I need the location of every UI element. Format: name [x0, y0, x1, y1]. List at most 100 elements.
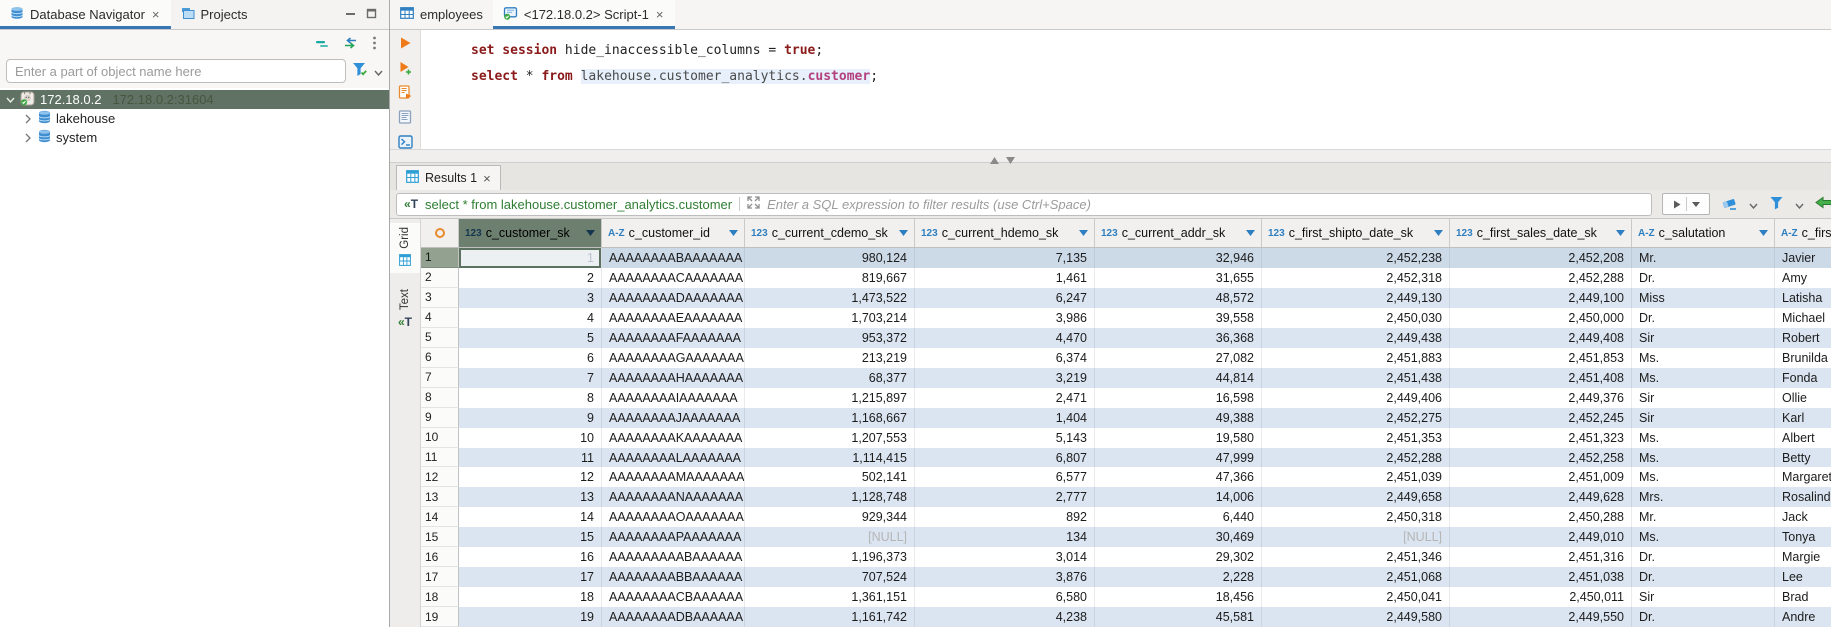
expander-open-icon[interactable]	[5, 97, 15, 103]
column-header-c_customer_sk[interactable]: 123c_customer_sk	[459, 219, 602, 247]
grid-cell[interactable]: AAAAAAAAHAAAAAAA	[602, 368, 745, 388]
grid-cell[interactable]: 48,572	[1095, 288, 1262, 308]
grid-cell[interactable]: Ms.	[1632, 467, 1775, 487]
grid-cell[interactable]: 11	[459, 448, 602, 468]
column-menu-icon[interactable]	[1246, 230, 1255, 236]
row-number[interactable]: 8	[421, 388, 459, 408]
grid-cell[interactable]: Karl	[1775, 408, 1831, 428]
link-with-editor-icon[interactable]	[343, 37, 358, 52]
tab-results-1[interactable]: Results 1 ×	[396, 165, 501, 190]
grid-cell[interactable]: 36,368	[1095, 328, 1262, 348]
grid-cell[interactable]: Javier	[1775, 248, 1831, 268]
grid-cell[interactable]: 2,451,316	[1450, 547, 1632, 567]
filter-funnel-icon[interactable]	[352, 62, 368, 80]
explain-plan-icon[interactable]	[396, 110, 414, 125]
grid-cell[interactable]: 2,449,658	[1262, 487, 1450, 507]
row-number[interactable]: 5	[421, 328, 459, 348]
row-number[interactable]: 1	[421, 248, 459, 268]
column-menu-icon[interactable]	[1759, 230, 1768, 236]
column-header-c_first_sales_date_sk[interactable]: 123c_first_sales_date_sk	[1450, 219, 1632, 247]
grid-cell[interactable]: 2,451,408	[1450, 368, 1632, 388]
grid-cell[interactable]: 9	[459, 408, 602, 428]
grid-cell[interactable]: 44,814	[1095, 368, 1262, 388]
grid-cell[interactable]: 8	[459, 388, 602, 408]
column-header-c_current_addr_sk[interactable]: 123c_current_addr_sk	[1095, 219, 1262, 247]
grid-cell[interactable]: Brunilda	[1775, 348, 1831, 368]
grid-cell[interactable]: AAAAAAAABBAAAAAA	[602, 567, 745, 587]
grid-cell[interactable]: Ms.	[1632, 428, 1775, 448]
grid-cell[interactable]: 2,451,438	[1262, 368, 1450, 388]
grid-cell[interactable]: 2,451,853	[1450, 348, 1632, 368]
grid-cell[interactable]: [NULL]	[1262, 527, 1450, 547]
sql-line[interactable]: select * from lakehouse.customer_analyti…	[471, 64, 1831, 90]
grid-cell[interactable]: 2,451,068	[1262, 567, 1450, 587]
grid-cell[interactable]: AAAAAAAAEAAAAAAA	[602, 308, 745, 328]
object-filter-input[interactable]	[6, 59, 346, 83]
grid-cell[interactable]: 17	[459, 567, 602, 587]
column-menu-icon[interactable]	[586, 230, 595, 236]
grid-cell[interactable]: Dr.	[1632, 547, 1775, 567]
row-number[interactable]: 15	[421, 527, 459, 547]
column-header-c_customer_id[interactable]: A-Zc_customer_id	[602, 219, 745, 247]
grid-cell[interactable]: 2,452,258	[1450, 448, 1632, 468]
grid-cell[interactable]: Sir	[1632, 587, 1775, 607]
grid-cell[interactable]: 3,876	[915, 567, 1095, 587]
menu-kebab-icon[interactable]	[372, 36, 377, 53]
editor-results-splitter[interactable]	[390, 149, 1831, 163]
column-menu-icon[interactable]	[1079, 230, 1088, 236]
grid-cell[interactable]: AAAAAAAADBAAAAAA	[602, 607, 745, 627]
grid-cell[interactable]: 7,135	[915, 248, 1095, 268]
grid-cell[interactable]: 2,449,376	[1450, 388, 1632, 408]
grid-cell[interactable]: Miss	[1632, 288, 1775, 308]
grid-cell[interactable]: Sir	[1632, 388, 1775, 408]
filters-menu-icon[interactable]	[1769, 196, 1784, 213]
grid-cell[interactable]: 953,372	[745, 328, 915, 348]
grid-cell[interactable]: 1,168,667	[745, 408, 915, 428]
row-number[interactable]: 7	[421, 368, 459, 388]
execute-script-icon[interactable]	[396, 85, 414, 100]
grid-cell[interactable]: 1,461	[915, 268, 1095, 288]
grid-cell[interactable]: 1,215,897	[745, 388, 915, 408]
sql-line[interactable]: set session hide_inaccessible_columns = …	[471, 38, 1831, 64]
row-number[interactable]: 18	[421, 587, 459, 607]
grid-cell[interactable]: 1,161,742	[745, 607, 915, 627]
grid-cell[interactable]: 2,449,010	[1450, 527, 1632, 547]
chevron-down-icon[interactable]	[1795, 197, 1804, 212]
grid-cell[interactable]: 1,196,373	[745, 547, 915, 567]
grid-cell[interactable]: 2,450,030	[1262, 308, 1450, 328]
grid-cell[interactable]: 10	[459, 428, 602, 448]
grid-cell[interactable]: 47,999	[1095, 448, 1262, 468]
row-number[interactable]: 17	[421, 567, 459, 587]
erase-filter-icon[interactable]	[1721, 196, 1738, 213]
grid-cell[interactable]: 1,128,748	[745, 487, 915, 507]
grid-cell[interactable]: 3,219	[915, 368, 1095, 388]
grid-cell[interactable]: 5	[459, 328, 602, 348]
grid-cell[interactable]: Amy	[1775, 268, 1831, 288]
grid-cell[interactable]: 2,451,346	[1262, 547, 1450, 567]
grid-cell[interactable]: 2,452,245	[1450, 408, 1632, 428]
tab-script-1[interactable]: <172.18.0.2> Script-1 ×	[493, 0, 675, 29]
grid-cell[interactable]: 2,449,130	[1262, 288, 1450, 308]
tree-item-database[interactable]: system	[0, 128, 389, 147]
grid-cell[interactable]: 45,581	[1095, 607, 1262, 627]
grid-cell[interactable]: 13	[459, 487, 602, 507]
grid-cell[interactable]: 16	[459, 547, 602, 567]
grid-cell[interactable]: AAAAAAAAGAAAAAAA	[602, 348, 745, 368]
grid-cell[interactable]: 4,238	[915, 607, 1095, 627]
grid-cell[interactable]: 1,361,151	[745, 587, 915, 607]
grid-cell[interactable]: 2,451,883	[1262, 348, 1450, 368]
row-number[interactable]: 11	[421, 448, 459, 468]
grid-cell[interactable]: 19	[459, 607, 602, 627]
grid-cell[interactable]: Brad	[1775, 587, 1831, 607]
grid-cell[interactable]: 18,456	[1095, 587, 1262, 607]
grid-cell[interactable]: Sir	[1632, 408, 1775, 428]
grid-cell[interactable]: Robert	[1775, 328, 1831, 348]
chevron-down-icon[interactable]	[1749, 197, 1758, 212]
grid-cell[interactable]: 2,449,580	[1262, 607, 1450, 627]
grid-cell[interactable]: 32,946	[1095, 248, 1262, 268]
grid-cell[interactable]: 14	[459, 507, 602, 527]
collapse-up-icon[interactable]	[990, 152, 999, 167]
grid-cell[interactable]: 16,598	[1095, 388, 1262, 408]
column-menu-icon[interactable]	[729, 230, 738, 236]
grid-cell[interactable]: 1	[459, 248, 602, 268]
